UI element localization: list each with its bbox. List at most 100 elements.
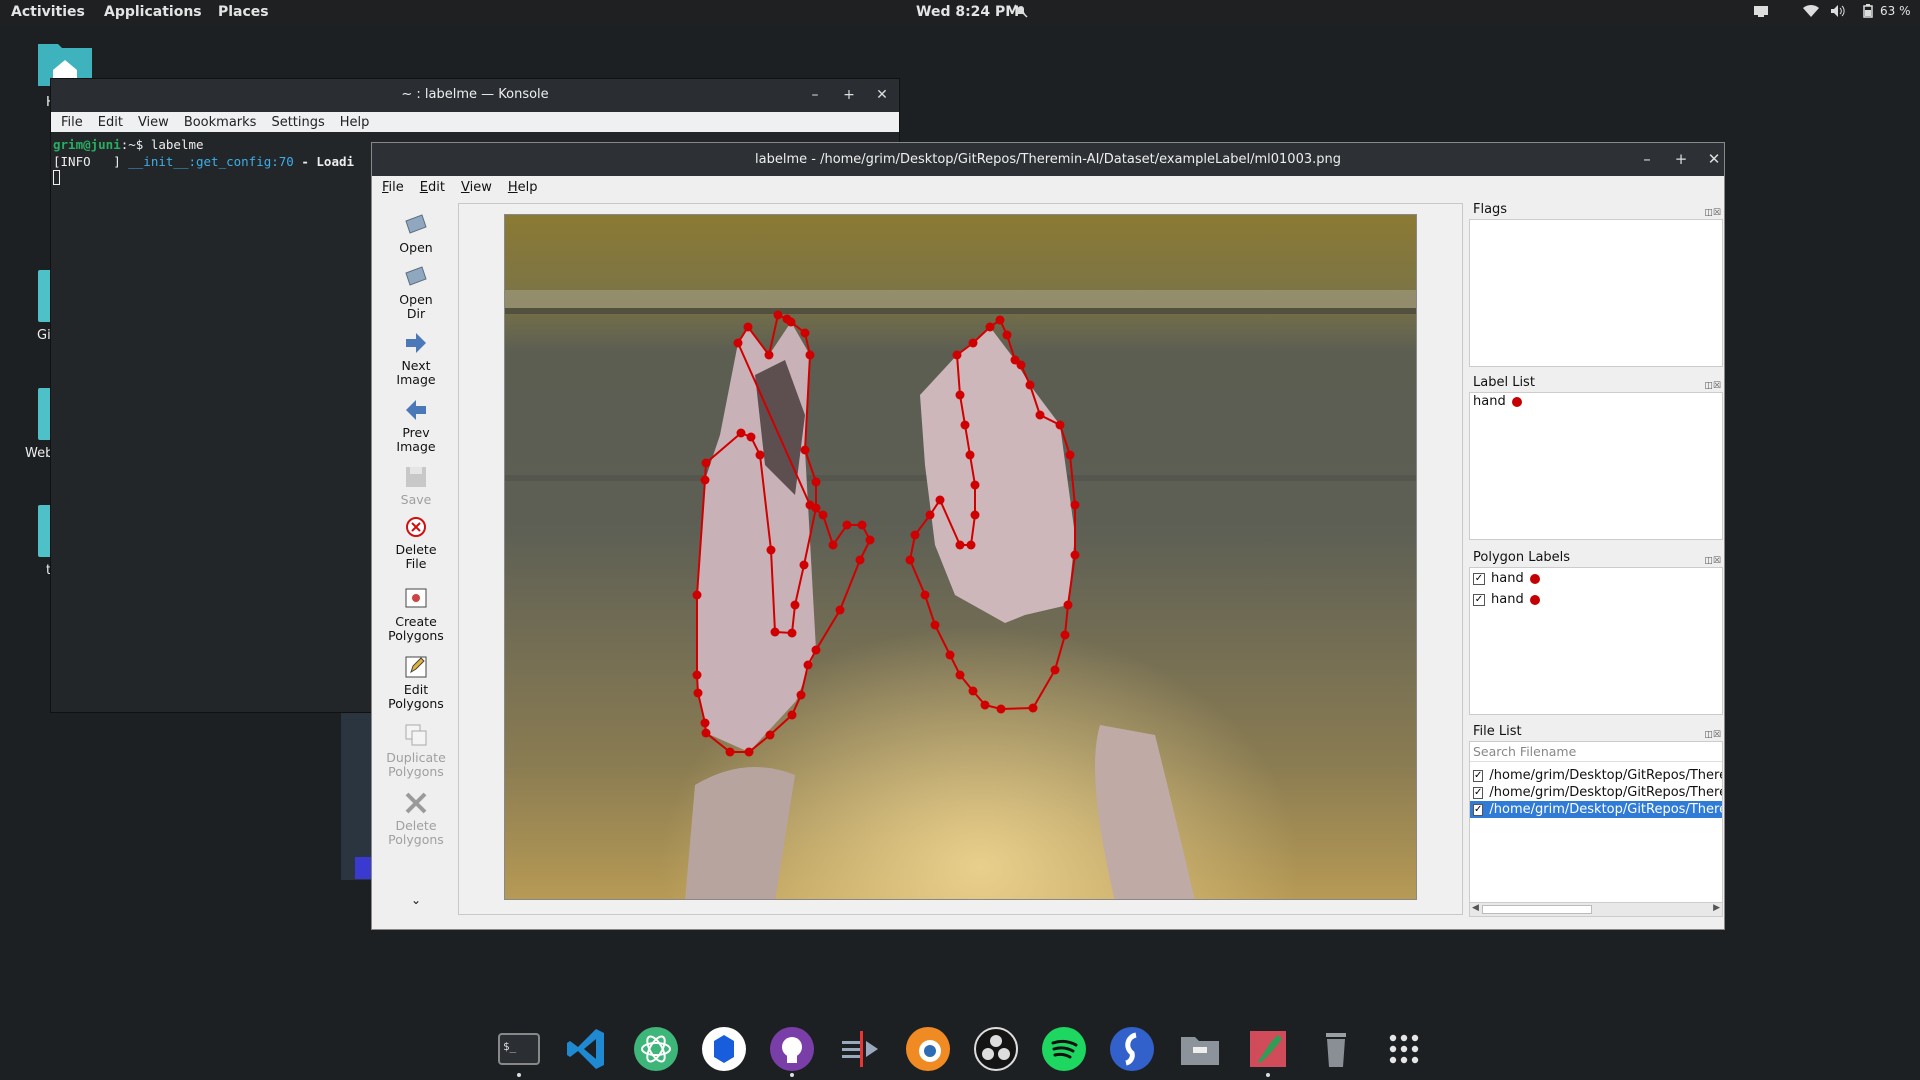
polygon-vertex[interactable]	[692, 590, 702, 600]
clock[interactable]: Wed 8:24 PM	[916, 4, 1019, 20]
polygon-vertex[interactable]	[796, 690, 806, 700]
konsole-titlebar[interactable]: ~ : labelme — Konsole – + ✕	[51, 79, 899, 112]
polygon-vertex[interactable]	[746, 432, 756, 442]
krita-icon[interactable]	[1246, 1027, 1290, 1071]
activities-button[interactable]: Activities	[11, 4, 85, 20]
polygon-vertex[interactable]	[955, 670, 965, 680]
polygon-vertex[interactable]	[1028, 703, 1038, 713]
checkbox[interactable]: ✓	[1473, 769, 1484, 782]
polygon-vertex[interactable]	[970, 510, 980, 520]
polygon-vertex[interactable]	[787, 710, 797, 720]
spotify-icon[interactable]	[1042, 1027, 1086, 1071]
polygon-vertex[interactable]	[811, 477, 821, 487]
polygon-vertex[interactable]	[966, 540, 976, 550]
wifi-icon[interactable]	[1803, 4, 1819, 21]
minimize-button[interactable]: –	[1637, 143, 1657, 176]
polygon-vertex[interactable]	[787, 628, 797, 638]
polygon-vertex[interactable]	[766, 545, 776, 555]
open-button[interactable]: Open	[375, 213, 457, 255]
terminal-icon[interactable]: $_	[498, 1033, 540, 1065]
open-dir-button[interactable]: Open Dir	[375, 265, 457, 321]
horizontal-scrollbar[interactable]: ◀ ▶	[1470, 902, 1722, 916]
menu-settings[interactable]: Settings	[271, 115, 324, 130]
polygon-vertex[interactable]	[1055, 420, 1065, 430]
delete-polygons-button[interactable]: Delete Polygons	[375, 791, 457, 847]
github-desktop-icon[interactable]	[770, 1027, 814, 1071]
polygon-vertex[interactable]	[1063, 600, 1073, 610]
polygon-vertex[interactable]	[786, 317, 796, 327]
menu-help[interactable]: Help	[340, 115, 370, 130]
files-icon[interactable]	[1178, 1027, 1222, 1071]
labelme-window[interactable]: labelme - /home/grim/Desktop/GitRepos/Th…	[371, 142, 1725, 930]
polygon-vertex[interactable]	[855, 555, 865, 565]
polygon-vertex[interactable]	[1025, 380, 1035, 390]
obs-icon[interactable]	[974, 1027, 1018, 1071]
checkbox[interactable]: ✓	[1473, 573, 1485, 585]
polygon-vertex[interactable]	[842, 520, 852, 530]
menu-view[interactable]: View	[461, 180, 492, 195]
polygon-vertex[interactable]	[725, 747, 735, 757]
polygon-vertex[interactable]	[692, 670, 702, 680]
polygon-vertex[interactable]	[799, 560, 809, 570]
polygon-vertex[interactable]	[800, 328, 810, 338]
notifications-off-icon[interactable]	[1013, 3, 1029, 22]
polygon-vertex[interactable]	[736, 428, 746, 438]
edit-polygons-button[interactable]: Edit Polygons	[375, 655, 457, 711]
polygon-vertex[interactable]	[744, 747, 754, 757]
polygon-vertex[interactable]	[968, 686, 978, 696]
background-window[interactable]	[340, 706, 373, 881]
maximize-button[interactable]: +	[1671, 143, 1691, 176]
polygon-vertex[interactable]	[968, 338, 978, 348]
menu-bookmarks[interactable]: Bookmarks	[184, 115, 257, 130]
polygon-vertex[interactable]	[1070, 500, 1080, 510]
polygon-vertex[interactable]	[701, 728, 711, 738]
polygon-vertex[interactable]	[755, 450, 765, 460]
polygon-vertex[interactable]	[1002, 330, 1012, 340]
polygon-vertex[interactable]	[1050, 665, 1060, 675]
polygon-vertex[interactable]	[773, 310, 783, 320]
list-item[interactable]: ✓ hand	[1470, 570, 1722, 588]
flags-list[interactable]	[1469, 219, 1723, 367]
polygon-vertex[interactable]	[1016, 360, 1026, 370]
polygon-vertex[interactable]	[985, 322, 995, 332]
close-button[interactable]: ✕	[872, 79, 892, 111]
polygon-vertex[interactable]	[996, 704, 1006, 714]
polygon-vertex[interactable]	[1070, 550, 1080, 560]
checkbox[interactable]: ✓	[1473, 786, 1484, 799]
close-button[interactable]: ✕	[1704, 143, 1724, 176]
polygon-vertex[interactable]	[857, 520, 867, 530]
atom-icon[interactable]	[634, 1027, 678, 1071]
polygon-vertex[interactable]	[803, 660, 813, 670]
file-list-item[interactable]: ✓ /home/grim/Desktop/GitRepos/Theremin	[1470, 767, 1722, 784]
labelme-titlebar[interactable]: labelme - /home/grim/Desktop/GitRepos/Th…	[372, 143, 1724, 176]
polygon-vertex[interactable]	[828, 540, 838, 550]
list-item[interactable]: ✓ hand	[1470, 591, 1722, 609]
polygon-vertex[interactable]	[925, 510, 935, 520]
polygon-vertex[interactable]	[945, 650, 955, 660]
polygon-vertex[interactable]	[920, 590, 930, 600]
applications-menu[interactable]: Applications	[104, 4, 202, 20]
blender-icon[interactable]	[906, 1027, 950, 1071]
polygon-vertex[interactable]	[764, 350, 774, 360]
polygon-vertex[interactable]	[743, 322, 753, 332]
polygon-vertex[interactable]	[765, 730, 775, 740]
polygon-vertex[interactable]	[1060, 630, 1070, 640]
polygon-vertex[interactable]	[1035, 410, 1045, 420]
polygon-vertex[interactable]	[1065, 450, 1075, 460]
polygon-vertex[interactable]	[930, 620, 940, 630]
polygon-vertex[interactable]	[955, 540, 965, 550]
scroll-left-icon[interactable]: ◀	[1472, 903, 1479, 913]
polygon-vertex[interactable]	[905, 555, 915, 565]
polygon-vertex[interactable]	[865, 535, 875, 545]
polygon-vertex[interactable]	[811, 645, 821, 655]
duplicate-polygons-button[interactable]: Duplicate Polygons	[375, 723, 457, 779]
next-image-button[interactable]: Next Image	[375, 331, 457, 387]
vscode-icon[interactable]	[566, 1027, 610, 1071]
polygon-vertex[interactable]	[800, 445, 810, 455]
polygon-vertex[interactable]	[701, 458, 711, 468]
create-polygons-button[interactable]: Create Polygons	[375, 587, 457, 643]
polygon-vertex[interactable]	[770, 627, 780, 637]
battery-icon[interactable]	[1863, 4, 1873, 21]
menu-file[interactable]: File	[382, 180, 404, 195]
volume-icon[interactable]	[1830, 4, 1846, 21]
